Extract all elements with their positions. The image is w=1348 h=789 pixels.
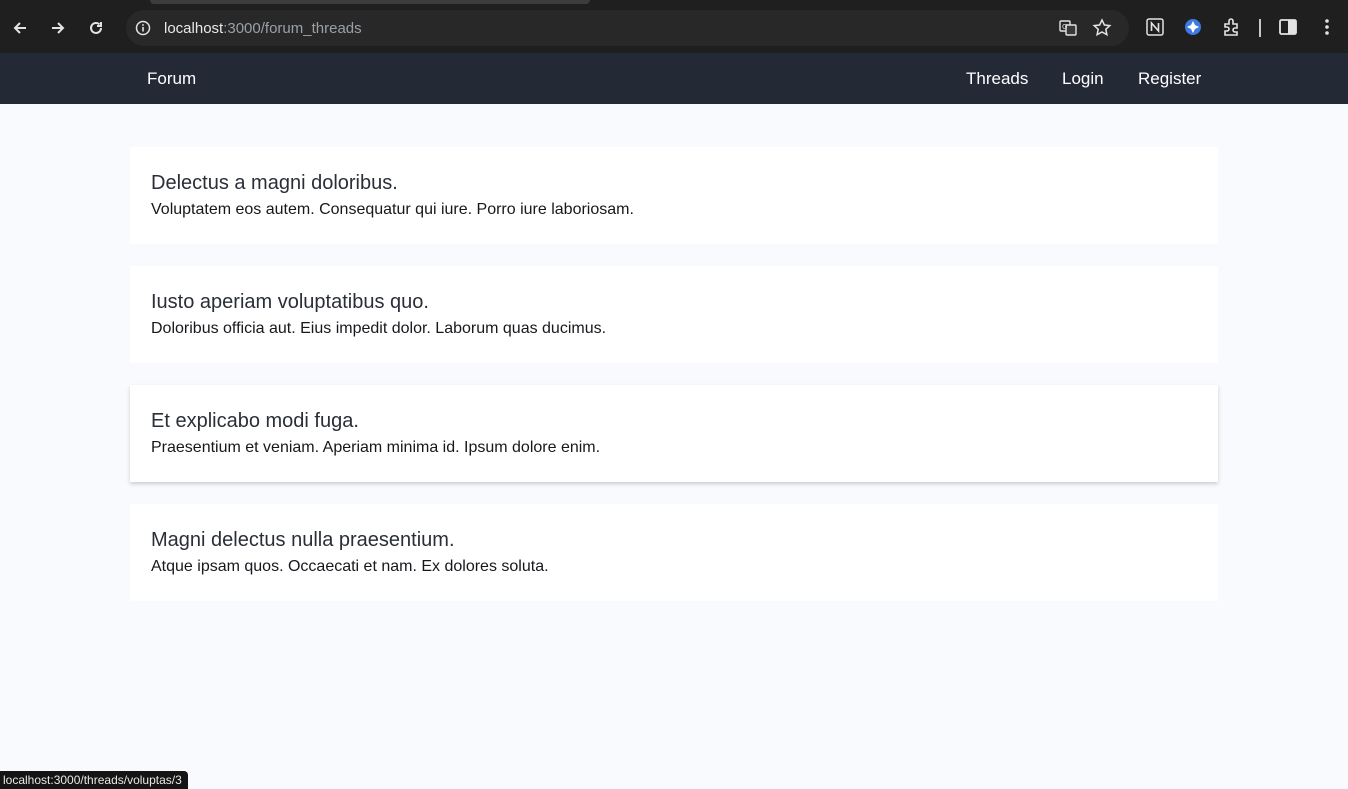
reload-icon[interactable] <box>80 12 112 44</box>
link-status-bubble: localhost:3000/threads/voluptas/3 <box>0 771 188 789</box>
bookmark-star-icon[interactable] <box>1092 18 1112 38</box>
site-navbar: Forum Threads Login Register <box>0 53 1348 104</box>
thread-card[interactable]: Iusto aperiam voluptatibus quo. Doloribu… <box>130 266 1218 363</box>
thread-title[interactable]: Iusto aperiam voluptatibus quo. <box>151 290 1197 314</box>
thread-excerpt: Doloribus officia aut. Eius impedit dolo… <box>151 320 607 337</box>
thread-card-hovered[interactable]: Et explicabo modi fuga. Praesentium et v… <box>130 385 1218 482</box>
address-bar[interactable]: localhost:3000/forum_threads G <box>126 10 1129 46</box>
site-info-icon[interactable] <box>135 20 151 36</box>
notion-icon[interactable] <box>1144 16 1166 38</box>
active-tab[interactable] <box>150 0 590 4</box>
tab-strip <box>0 0 1348 4</box>
brand-link[interactable]: Forum <box>147 69 196 89</box>
back-icon[interactable] <box>4 12 36 44</box>
extensions-puzzle-icon[interactable] <box>1221 16 1243 38</box>
side-panel-icon[interactable] <box>1277 16 1299 38</box>
toolbar-divider <box>1259 19 1261 37</box>
menu-kebab-icon[interactable] <box>1316 16 1338 38</box>
thread-excerpt: Praesentium et veniam. Aperiam minima id… <box>151 439 601 456</box>
thread-title[interactable]: Magni delectus nulla praesentium. <box>151 528 1197 552</box>
nav-link-login[interactable]: Login <box>1062 69 1104 89</box>
nav-link-register[interactable]: Register <box>1138 69 1201 89</box>
thread-title[interactable]: Delectus a magni doloribus. <box>151 171 1197 195</box>
url-host: localhost <box>164 19 224 37</box>
thread-card[interactable]: Delectus a magni doloribus. Voluptatem e… <box>130 147 1218 244</box>
url-path: :3000/forum_threads <box>223 19 362 37</box>
thread-excerpt: Voluptatem eos autem. Consequatur qui iu… <box>151 201 634 218</box>
thread-card[interactable]: Magni delectus nulla praesentium. Atque … <box>130 504 1218 601</box>
thread-excerpt: Atque ipsam quos. Occaecati et nam. Ex d… <box>151 558 549 575</box>
svg-text:G: G <box>1062 23 1067 31</box>
extension-app-icon[interactable] <box>1182 16 1204 38</box>
nav-link-threads[interactable]: Threads <box>966 69 1028 89</box>
thread-list: Delectus a magni doloribus. Voluptatem e… <box>130 147 1218 623</box>
browser-toolbar: localhost:3000/forum_threads G <box>0 0 1348 53</box>
translate-icon[interactable]: G <box>1058 18 1078 38</box>
forward-icon[interactable] <box>42 12 74 44</box>
thread-title[interactable]: Et explicabo modi fuga. <box>151 409 1197 433</box>
